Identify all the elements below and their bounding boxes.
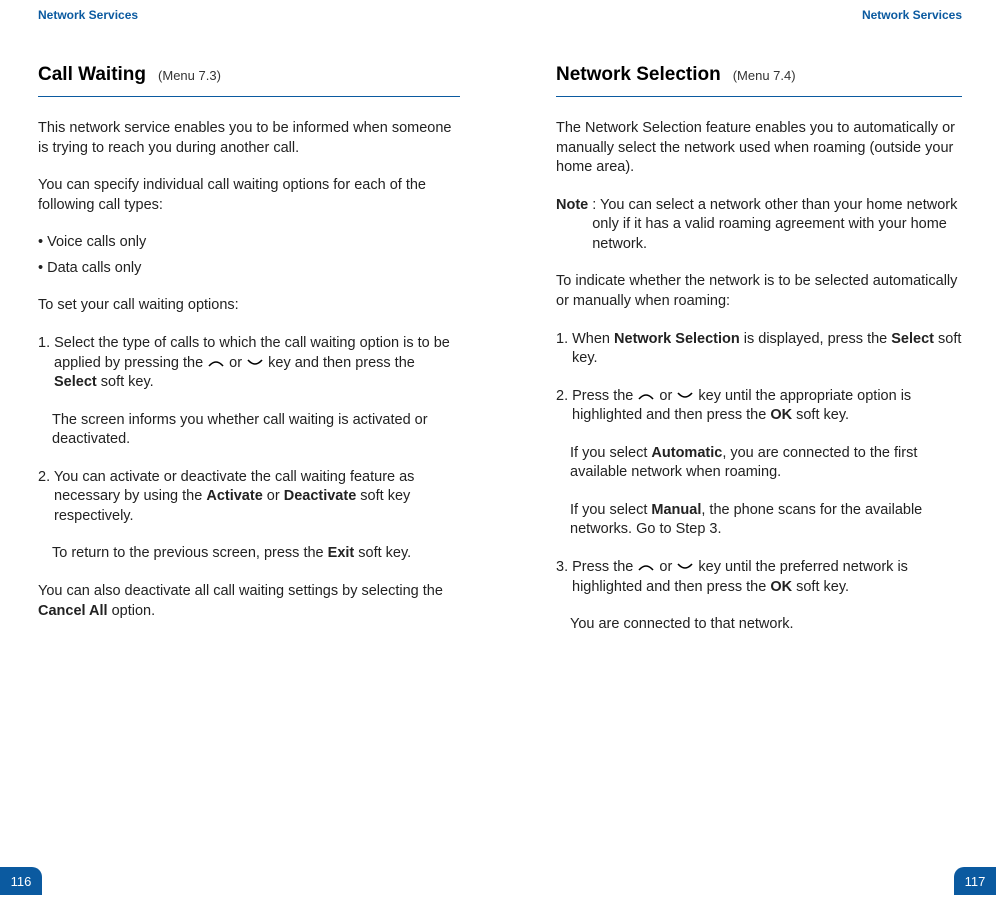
body-right: The Network Selection feature enables yo… [556,119,962,635]
step-1: 1. Select the type of calls to which the… [38,334,460,393]
note-label: Note [556,196,588,255]
text: option. [108,603,156,619]
up-arc-icon [637,562,655,572]
section-header-left: Call Waiting (Menu 7.3) [38,64,460,97]
paragraph: You can also deactivate all call waiting… [38,582,460,621]
text: You can also deactivate all call waiting… [38,583,443,599]
page-left: Network Services Call Waiting (Menu 7.3)… [0,0,498,909]
text: or [655,559,676,575]
paragraph: This network service enables you to be i… [38,119,460,158]
paragraph: The Network Selection feature enables yo… [556,119,962,178]
step-sub: You are connected to that network. [570,615,962,635]
text: If you select [570,502,651,518]
down-arc-icon [676,391,694,401]
text: or [263,488,284,504]
down-arc-icon [246,358,264,368]
manual-label: Manual [651,502,701,518]
menu-ref-left: (Menu 7.3) [158,68,221,83]
section-title-left: Call Waiting [38,64,146,86]
paragraph: You can specify individual call waiting … [38,176,460,215]
up-arc-icon [207,358,225,368]
text: soft key. [792,407,849,423]
step-1: 1. When Network Selection is displayed, … [556,330,962,369]
ok-label: OK [770,579,792,595]
page-right: Network Services Network Selection (Menu… [498,0,996,909]
ok-label: OK [770,407,792,423]
text: If you select [570,445,651,461]
section-title-right: Network Selection [556,64,721,86]
running-head-right: Network Services [556,8,962,22]
select-label: Select [891,331,934,347]
text: 2. Press the [556,388,637,404]
running-head-left: Network Services [38,8,460,22]
activate-label: Activate [206,488,262,504]
step-sub: To return to the previous screen, press … [52,544,460,564]
step-sub: The screen informs you whether call wait… [52,411,460,450]
bullet-item: • Data calls only [38,259,460,279]
bullet-item: • Voice calls only [38,233,460,253]
step-3: 3. Press the or key until the preferred … [556,558,962,597]
step-sub: If you select Manual, the phone scans fo… [570,501,962,540]
text: soft key. [354,545,411,561]
text: soft key. [792,579,849,595]
text: 3. Press the [556,559,637,575]
cancel-all-label: Cancel All [38,603,108,619]
menu-ref-right: (Menu 7.4) [733,68,796,83]
text: key and then press the [264,355,415,371]
text: or [225,355,246,371]
bullet-list: • Voice calls only • Data calls only [38,233,460,278]
network-selection-label: Network Selection [614,331,740,347]
note-block: Note : You can select a network other th… [556,196,962,255]
section-header-right: Network Selection (Menu 7.4) [556,64,962,97]
text: To return to the previous screen, press … [52,545,328,561]
select-label: Select [54,374,97,390]
step-2: 2. You can activate or deactivate the ca… [38,468,460,527]
deactivate-label: Deactivate [284,488,357,504]
paragraph: To indicate whether the network is to be… [556,272,962,311]
note-text: : You can select a network other than yo… [588,196,962,255]
page-spread: Network Services Call Waiting (Menu 7.3)… [0,0,996,909]
step-sub: If you select Automatic, you are connect… [570,444,962,483]
page-number-left: 116 [0,867,42,895]
step-2: 2. Press the or key until the appropriat… [556,387,962,426]
text: is displayed, press the [740,331,892,347]
automatic-label: Automatic [651,445,722,461]
down-arc-icon [676,562,694,572]
text: or [655,388,676,404]
page-number-right: 117 [954,867,996,895]
text: soft key. [97,374,154,390]
text: 1. When [556,331,614,347]
body-left: This network service enables you to be i… [38,119,460,621]
paragraph: To set your call waiting options: [38,296,460,316]
up-arc-icon [637,391,655,401]
exit-label: Exit [328,545,355,561]
